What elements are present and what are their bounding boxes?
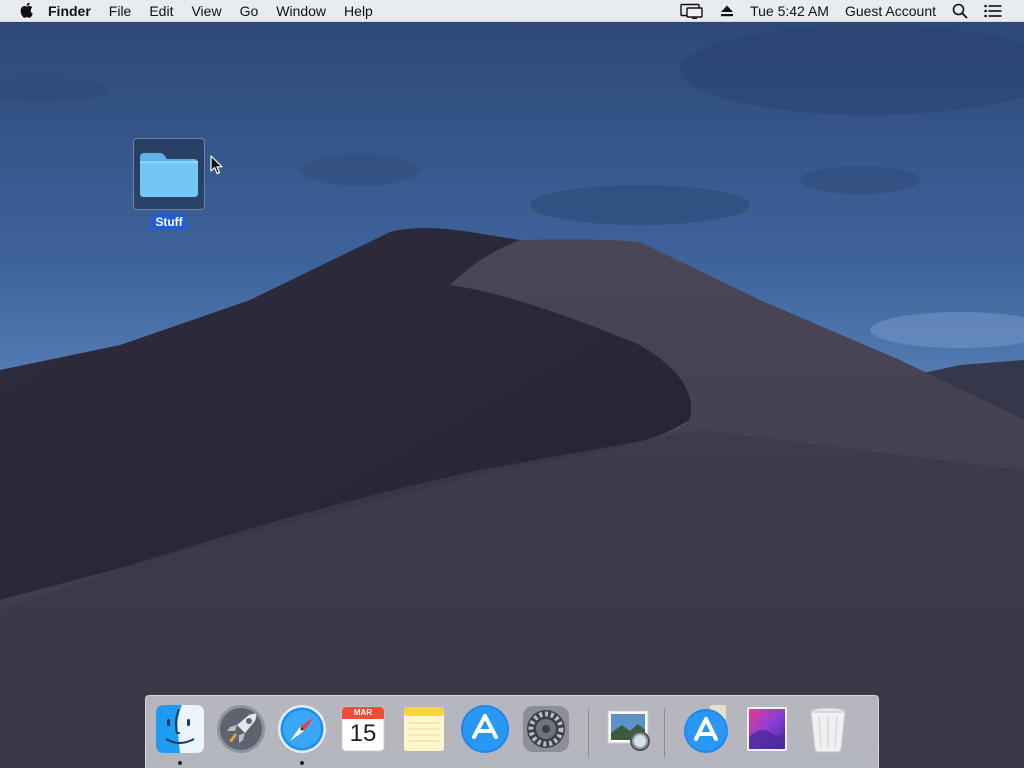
menu-app-name[interactable]: Finder (42, 0, 100, 22)
launchpad-icon[interactable] (215, 703, 267, 755)
menu-user-account[interactable]: Guest Account (837, 0, 944, 22)
dock-item-system-preferences[interactable] (519, 703, 573, 765)
dock-item-app-store[interactable] (458, 703, 512, 765)
dock-item-preview[interactable] (603, 703, 657, 765)
dock-item-safari[interactable] (275, 703, 329, 765)
dock-item-trash[interactable] (801, 703, 855, 765)
finder-icon[interactable] (154, 703, 206, 755)
dock-item-notes[interactable] (397, 703, 451, 765)
desktop-folder-label[interactable]: Stuff (151, 214, 187, 230)
folder-icon[interactable] (133, 138, 205, 210)
dock-divider (588, 709, 589, 757)
calendar-icon[interactable]: MAR 15 (337, 703, 389, 755)
dock: MAR 15 (145, 695, 879, 768)
desktop-folder-stuff[interactable]: Stuff (133, 138, 205, 230)
gear-icon[interactable] (520, 703, 572, 755)
menu-help[interactable]: Help (335, 0, 382, 22)
menu-clock[interactable]: Tue 5:42 AM (742, 0, 837, 22)
menu-bar-right: Tue 5:42 AM Guest Account (672, 0, 1024, 22)
app-store-icon[interactable] (459, 703, 511, 755)
calendar-month: MAR (353, 708, 373, 717)
preview-icon[interactable] (604, 703, 656, 755)
menu-edit[interactable]: Edit (140, 0, 182, 22)
apple-menu-icon[interactable] (12, 0, 42, 22)
menu-go[interactable]: Go (231, 0, 268, 22)
menu-file[interactable]: File (100, 0, 141, 22)
dock-item-downloads[interactable] (679, 703, 733, 765)
dock-item-calendar[interactable]: MAR 15 (336, 703, 390, 765)
dock-item-installer[interactable] (740, 703, 794, 765)
calendar-day: 15 (349, 720, 377, 747)
dock-item-launchpad[interactable] (214, 703, 268, 765)
trash-icon[interactable] (802, 703, 854, 755)
installer-icon[interactable] (741, 703, 793, 755)
notes-icon[interactable] (398, 703, 450, 755)
dock-item-finder[interactable] (153, 703, 207, 765)
menu-bar: Finder File Edit View Go Window Help Tue… (0, 0, 1024, 22)
notification-center-icon[interactable] (976, 0, 1024, 22)
menu-window[interactable]: Window (267, 0, 335, 22)
desktop-wallpaper (0, 0, 1024, 768)
display-mirroring-icon[interactable] (672, 0, 712, 22)
eject-icon[interactable] (712, 0, 742, 22)
dock-divider-2 (664, 709, 665, 757)
running-indicator (178, 761, 182, 765)
menu-view[interactable]: View (182, 0, 230, 22)
running-indicator (300, 761, 304, 765)
mouse-pointer-icon (210, 155, 224, 180)
spotlight-search-icon[interactable] (944, 0, 976, 22)
app-store-download-icon[interactable] (680, 703, 732, 755)
menu-bar-left: Finder File Edit View Go Window Help (0, 0, 382, 22)
safari-icon[interactable] (276, 703, 328, 755)
